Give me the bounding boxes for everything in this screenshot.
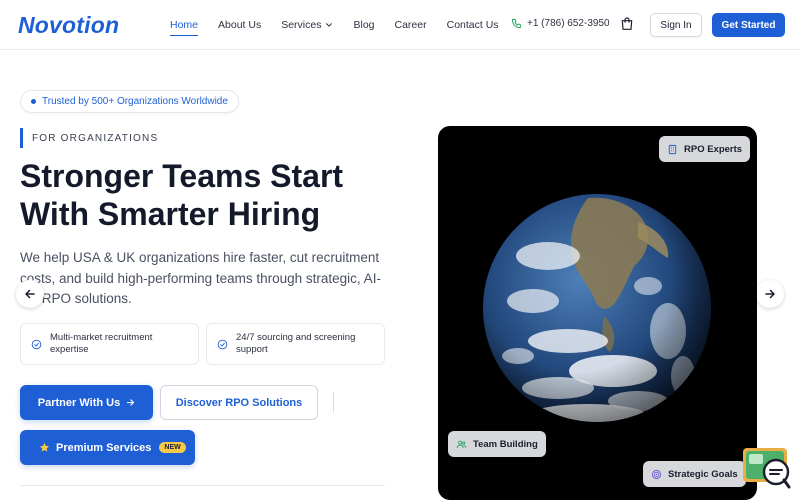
check-circle-icon: [31, 339, 42, 349]
arrow-right-icon: [127, 399, 135, 406]
nav-item-career[interactable]: Career: [395, 19, 427, 31]
feature-card: 24/7 sourcing and screening support: [206, 323, 385, 365]
trusted-badge-text: Trusted by 500+ Organizations Worldwide: [42, 96, 228, 107]
chat-widget-icon[interactable]: [742, 444, 792, 490]
building-icon: [668, 144, 677, 154]
main-nav: Home About Us Services Blog Career Conta…: [170, 0, 519, 50]
team-building-chip: Team Building: [448, 431, 546, 457]
feature-text: Multi-market recruitment expertise: [50, 331, 153, 356]
phone-number: +1 (786) 652-3950: [527, 18, 610, 29]
hero-lead: We help USA & UK organizations hire fast…: [20, 250, 381, 306]
chip-label: RPO Experts: [684, 143, 743, 155]
new-badge: NEW: [159, 442, 186, 453]
carousel-next-button[interactable]: [756, 280, 784, 308]
feature-card: Multi-market recruitment expertise: [20, 323, 199, 365]
nav-item-label: Career: [394, 19, 427, 31]
sign-in-button[interactable]: Sign In: [650, 13, 702, 37]
headline-line-1: Stronger Teams Start: [20, 158, 344, 194]
phone-icon: [511, 18, 522, 29]
star-icon: [39, 442, 50, 452]
check-circle-icon: [217, 339, 228, 349]
badge-dot: [31, 99, 36, 104]
button-label: Premium Services: [56, 441, 152, 454]
chevron-down-icon: [326, 23, 333, 27]
discover-rpo-button[interactable]: Discover RPO Solutions: [160, 385, 318, 420]
eyebrow-label: FOR ORGANIZATIONS: [20, 128, 158, 148]
get-started-button[interactable]: Get Started: [712, 13, 785, 37]
premium-services-button[interactable]: Premium Services NEW: [20, 430, 195, 465]
feature-text: 24/7 sourcing and screening support: [236, 331, 356, 356]
cart-icon[interactable]: [619, 16, 635, 32]
nav-item-contact[interactable]: Contact Us: [447, 19, 499, 31]
headline-line-2: With Smarter Hiring: [20, 196, 321, 232]
strategic-goals-chip: Strategic Goals: [643, 461, 746, 487]
nav-item-blog[interactable]: Blog: [353, 19, 374, 31]
target-icon: [651, 469, 662, 479]
users-icon: [456, 440, 467, 448]
partner-with-us-button[interactable]: Partner With Us: [20, 385, 153, 420]
hero-headline: Stronger Teams Start With Smarter Hiring: [20, 157, 380, 233]
trusted-badge: Trusted by 500+ Organizations Worldwide: [20, 90, 239, 113]
brand-logo[interactable]: Novotion: [18, 12, 119, 39]
button-label: Partner With Us: [37, 396, 121, 409]
divider: [333, 392, 334, 412]
nav-item-label: About Us: [218, 19, 262, 31]
nav-item-about[interactable]: About Us: [218, 19, 261, 31]
nav-item-label: Home: [170, 19, 199, 31]
nav-item-home[interactable]: Home: [170, 19, 199, 36]
rpo-experts-chip: RPO Experts: [659, 136, 751, 162]
nav-item-label: Services: [281, 19, 322, 31]
site-header: Novotion Home About Us Services Blog Car…: [0, 0, 800, 50]
nav-item-label: Contact Us: [446, 19, 499, 31]
divider: [20, 485, 385, 486]
chip-label: Team Building: [473, 438, 538, 450]
arrow-right-icon: [765, 289, 775, 299]
nav-item-services[interactable]: Services: [281, 19, 333, 31]
phone-link[interactable]: +1 (786) 652-3950: [511, 18, 610, 29]
chip-label: Strategic Goals: [668, 468, 738, 480]
carousel-prev-button[interactable]: [16, 280, 44, 308]
nav-item-label: Blog: [353, 19, 375, 31]
arrow-left-icon: [25, 289, 35, 299]
